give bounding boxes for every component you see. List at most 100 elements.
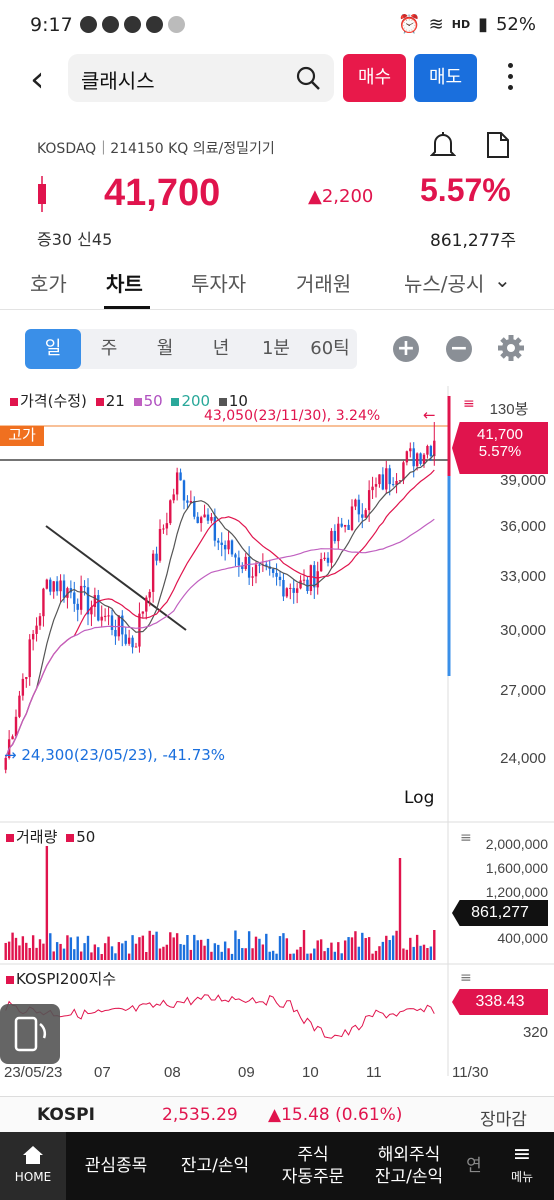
period-1min[interactable]: 1분: [249, 329, 303, 369]
volume-bar: [419, 945, 422, 960]
vol-y-label-3: 400,000: [497, 930, 548, 946]
volume-bar: [114, 953, 117, 960]
x-label-3: 09: [238, 1064, 255, 1081]
candle: [97, 595, 100, 621]
document-icon[interactable]: [486, 131, 510, 159]
candle: [100, 616, 103, 621]
volume-bar: [302, 930, 306, 960]
volume-bar: [103, 943, 107, 960]
candle: [203, 514, 206, 518]
volume-bar: [49, 933, 52, 960]
tab-orderbook[interactable]: 호가: [30, 268, 67, 297]
high-tag: 고가: [0, 426, 44, 446]
candle: [18, 695, 21, 717]
candle: [330, 530, 333, 563]
nav-more-item[interactable]: 연: [460, 1132, 488, 1200]
candle: [230, 540, 234, 555]
notification-icons: [80, 16, 185, 33]
buy-button[interactable]: 매수: [343, 54, 406, 102]
candle: [289, 587, 292, 589]
candle: [426, 446, 429, 455]
candle: [145, 597, 148, 612]
rotate-screen-button[interactable]: [0, 1004, 60, 1064]
volume-bar: [378, 946, 381, 960]
volume-bar: [299, 946, 302, 960]
kospi-value: 2,535.29: [162, 1105, 238, 1125]
zoom-in-icon[interactable]: +: [393, 336, 419, 362]
nav-overseas-balance[interactable]: 해외주식 잔고/손익: [362, 1132, 456, 1200]
nav-auto-order[interactable]: 주식 자동주문: [270, 1132, 356, 1200]
volume-bar: [282, 933, 285, 960]
back-button[interactable]: ‹: [30, 60, 60, 100]
candle: [244, 556, 247, 569]
volume-bar: [189, 949, 193, 960]
nav-menu[interactable]: ≡ 메뉴: [494, 1132, 550, 1200]
period-month[interactable]: 월: [137, 329, 193, 369]
candle: [323, 557, 326, 560]
period-day[interactable]: 일: [25, 329, 81, 369]
bell-icon[interactable]: [430, 130, 456, 160]
volume-bar: [330, 942, 333, 960]
tab-news[interactable]: 뉴스/공시: [404, 268, 486, 297]
volume-bar: [151, 934, 155, 960]
volume-bar: [86, 935, 90, 960]
y-label-27000: 27,000: [500, 682, 546, 699]
search-field[interactable]: 클래시스: [68, 54, 334, 102]
candle: [419, 453, 422, 464]
candle: [55, 581, 59, 592]
period-year[interactable]: 년: [193, 329, 249, 369]
signal-icon: ▮: [478, 14, 488, 35]
search-icon[interactable]: [296, 66, 320, 90]
candle: [367, 490, 371, 511]
candle: [193, 501, 196, 517]
volume-bar: [409, 937, 412, 960]
volume-bar: [278, 936, 282, 960]
nav-balance[interactable]: 잔고/손익: [170, 1132, 260, 1200]
chevron-down-icon[interactable]: ⌄: [494, 268, 511, 292]
volume-bar: [247, 931, 251, 960]
vol-y-label-2: 1,200,000: [485, 884, 548, 900]
nav-home[interactable]: HOME: [0, 1132, 66, 1200]
candle: [254, 564, 258, 577]
volume-bar: [193, 934, 196, 960]
hamburger-icon: ≡: [512, 1142, 532, 1167]
period-60tick[interactable]: 60틱: [303, 329, 357, 369]
more-options-icon[interactable]: [500, 60, 520, 96]
chart-area[interactable]: 가격(수정) 21 50 200 10 130봉 ≡ 43,050(23/11/…: [0, 386, 554, 1092]
candle: [134, 646, 138, 648]
sell-button[interactable]: 매도: [414, 54, 477, 102]
kospi-ticker[interactable]: KOSPI 2,535.29 ▲15.48 (0.61%) 장마감: [0, 1096, 554, 1132]
volume-bar: [391, 935, 395, 960]
volume-bar: [415, 934, 419, 960]
candle: [429, 446, 433, 457]
gear-icon[interactable]: [497, 334, 525, 362]
margin-info: 증30 신45: [37, 230, 113, 249]
candle: [381, 474, 385, 490]
volume-bar: [433, 930, 436, 960]
candle: [155, 553, 158, 561]
candle: [114, 629, 117, 637]
candle: [282, 580, 285, 597]
candle: [131, 637, 134, 648]
volume-bar: [14, 937, 18, 960]
log-scale-label[interactable]: Log: [404, 788, 434, 808]
candle: [357, 499, 361, 515]
current-price-tag-value: 41,700: [477, 426, 523, 443]
candle: [172, 494, 175, 501]
candle: [11, 736, 14, 740]
menu-icon[interactable]: ≡: [460, 970, 472, 986]
volume-bar: [374, 950, 378, 960]
period-week[interactable]: 주: [81, 329, 137, 369]
tab-investor[interactable]: 투자자: [191, 268, 246, 297]
candle: [412, 448, 415, 467]
status-bar: 9:17 ⏰ ≋ HD ▮ 52%: [0, 0, 554, 52]
tab-broker[interactable]: 거래원: [296, 268, 351, 297]
nav-watchlist[interactable]: 관심종목: [74, 1132, 158, 1200]
menu-icon[interactable]: ≡: [463, 396, 475, 412]
volume-bar: [127, 953, 131, 960]
candle: [299, 580, 302, 589]
zoom-out-icon[interactable]: −: [446, 336, 472, 362]
tab-chart[interactable]: 차트: [106, 268, 143, 297]
volume-bar: [148, 930, 151, 960]
candle: [313, 565, 316, 588]
